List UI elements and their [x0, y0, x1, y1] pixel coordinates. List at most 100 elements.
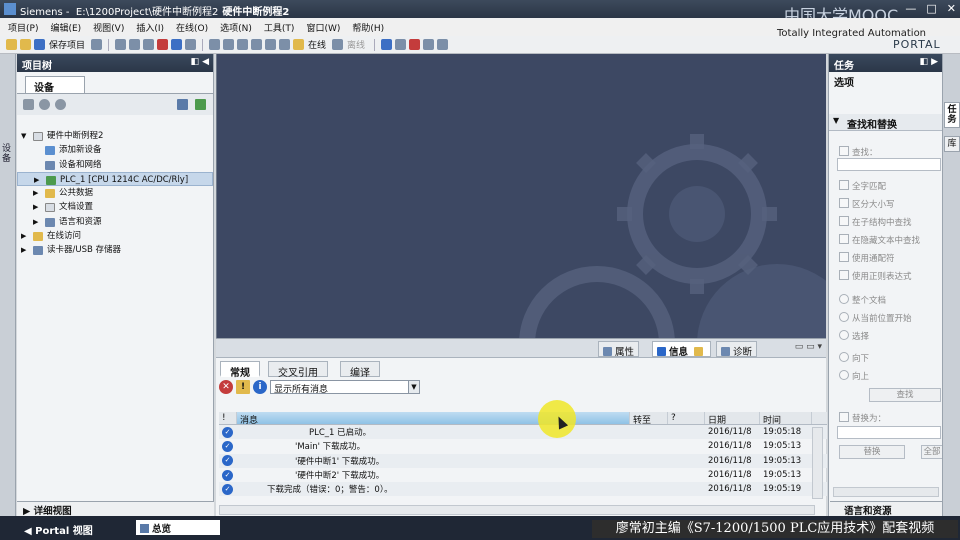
- selection-radio[interactable]: 选择: [839, 330, 869, 342]
- error-filter-icon[interactable]: ✕: [219, 380, 233, 394]
- chevron-down-icon[interactable]: ▼: [408, 381, 419, 393]
- tree-item-online-access[interactable]: ▶ 在线访问: [17, 229, 213, 243]
- portal-view-button[interactable]: ◀ Portal 视图: [24, 522, 93, 537]
- go-online-icon[interactable]: [293, 39, 305, 50]
- menu-insert[interactable]: 插入(I): [136, 21, 164, 34]
- undo-icon[interactable]: [171, 39, 183, 50]
- menu-project[interactable]: 项目(P): [8, 21, 38, 34]
- menu-edit[interactable]: 编辑(E): [50, 21, 81, 34]
- tree-item-plc[interactable]: ▶ PLC_1 [CPU 1214C AC/DC/Rly]: [17, 171, 213, 187]
- menu-help[interactable]: 帮助(H): [352, 21, 384, 34]
- devices-vertical-label[interactable]: 设备: [2, 144, 14, 164]
- message-filter-select[interactable]: 显示所有消息 ▼: [270, 380, 420, 395]
- message-row[interactable]: ✓ '硬件中断1' 下载成功。 2016/11/8 19:05:13: [219, 453, 827, 468]
- expand-icon[interactable]: ▶: [33, 215, 38, 229]
- maximize-button[interactable]: □: [926, 2, 936, 15]
- hidden-text-checkbox[interactable]: 在隐藏文本中查找: [839, 234, 920, 246]
- expand-icon[interactable]: ▶: [33, 200, 38, 214]
- start-cpu-icon[interactable]: [265, 39, 277, 50]
- tab-info[interactable]: 信息: [652, 341, 712, 358]
- col-icon[interactable]: !: [219, 412, 237, 424]
- expand-icon[interactable]: ▶: [33, 186, 38, 200]
- upload-icon[interactable]: [237, 39, 249, 50]
- cut-icon[interactable]: [115, 39, 127, 50]
- paste-icon[interactable]: [143, 39, 155, 50]
- message-row[interactable]: ✓ PLC_1 已启动。 2016/11/8 19:05:18: [219, 425, 827, 440]
- list-view-icon[interactable]: [177, 99, 188, 110]
- detail-view-header[interactable]: ▶ 详细视图: [17, 501, 214, 517]
- minimize-button[interactable]: —: [905, 2, 916, 15]
- col-date[interactable]: 日期: [705, 412, 760, 426]
- simulation-icon[interactable]: [251, 39, 263, 50]
- message-row[interactable]: ✓ '硬件中断2' 下载成功。 2016/11/8 19:05:13: [219, 468, 827, 482]
- col-goto[interactable]: 转至: [630, 412, 668, 426]
- tree-item-card-reader[interactable]: ▶ 读卡器/USB 存储器: [17, 243, 213, 257]
- go-offline-button[interactable]: 离线: [347, 38, 365, 51]
- split-horizontal-icon[interactable]: [423, 39, 435, 50]
- inspector-window-controls[interactable]: ▭ ▭ ▾: [795, 342, 822, 352]
- message-horizontal-scrollbar[interactable]: [219, 505, 815, 515]
- language-resources-header[interactable]: 语言和资源: [830, 501, 942, 517]
- tab-libraries[interactable]: 库: [944, 136, 960, 152]
- message-vertical-scrollbar[interactable]: [812, 427, 823, 499]
- overview-tab[interactable]: 总览: [136, 520, 220, 535]
- info-filter-icon[interactable]: i: [253, 380, 267, 394]
- wildcards-checkbox[interactable]: 使用通配符: [839, 252, 895, 264]
- warning-filter-icon[interactable]: !: [236, 380, 250, 394]
- redo-icon[interactable]: [185, 39, 197, 50]
- expand-icon[interactable]: ▼: [21, 129, 26, 143]
- menu-view[interactable]: 视图(V): [93, 21, 124, 34]
- task-panel-scrollbar[interactable]: [833, 487, 939, 497]
- tree-item-project[interactable]: ▼ 硬件中断例程2: [17, 129, 213, 143]
- replace-all-button[interactable]: 全部: [921, 445, 943, 459]
- tree-item-devices-networks[interactable]: 设备和网络: [17, 158, 213, 172]
- tab-tasks[interactable]: 任务: [944, 102, 960, 128]
- back-icon[interactable]: [39, 99, 50, 110]
- message-row[interactable]: ✓ 'Main' 下载成功。 2016/11/8 19:05:13: [219, 439, 827, 453]
- message-row[interactable]: ✓ 下载完成（错误：0；警告：0）。 2016/11/8 19:05:19: [219, 482, 827, 497]
- regex-checkbox[interactable]: 使用正则表达式: [839, 270, 912, 282]
- tab-devices[interactable]: 设备: [25, 76, 85, 94]
- find-replace-section[interactable]: ▼ 查找和替换: [829, 114, 942, 131]
- go-online-button[interactable]: 在线: [308, 38, 326, 51]
- whole-document-radio[interactable]: 整个文档: [839, 294, 886, 306]
- tree-item-languages[interactable]: ▶ 语言和资源: [17, 215, 213, 229]
- tree-item-add-device[interactable]: 添加新设备: [17, 143, 213, 157]
- stop-cpu-icon[interactable]: [279, 39, 291, 50]
- cross-reference-icon[interactable]: [395, 39, 407, 50]
- compile-icon[interactable]: [209, 39, 221, 50]
- down-radio[interactable]: 向下: [839, 352, 869, 364]
- print-icon[interactable]: [91, 39, 103, 50]
- subtab-cross-references[interactable]: 交叉引用: [268, 361, 328, 379]
- find-input[interactable]: [837, 158, 941, 171]
- panel-collapse-icon[interactable]: ◧ ▶: [919, 57, 938, 67]
- tab-diagnostics[interactable]: 诊断: [716, 341, 758, 358]
- expand-icon[interactable]: ▶: [34, 173, 39, 187]
- find-button[interactable]: 查找: [869, 388, 941, 402]
- menu-online[interactable]: 在线(O): [176, 21, 208, 34]
- col-help[interactable]: ?: [668, 412, 705, 424]
- expand-icon[interactable]: ▶: [21, 229, 26, 243]
- panel-collapse-icon[interactable]: ◧ ◀: [190, 57, 209, 67]
- col-time[interactable]: 时间: [760, 412, 812, 426]
- add-view-icon[interactable]: [195, 99, 206, 110]
- whole-word-checkbox[interactable]: 全字匹配: [839, 180, 886, 192]
- tab-properties[interactable]: 属性: [598, 341, 640, 358]
- close-button[interactable]: ✕: [947, 2, 956, 15]
- menu-tools[interactable]: 工具(T): [264, 21, 295, 34]
- forward-icon[interactable]: [55, 99, 66, 110]
- tree-item-common-data[interactable]: ▶ 公共数据: [17, 186, 213, 200]
- replace-input[interactable]: [837, 426, 941, 439]
- menu-window[interactable]: 窗口(W): [306, 21, 340, 34]
- accessible-devices-icon[interactable]: [381, 39, 393, 50]
- go-offline-icon[interactable]: [332, 39, 344, 50]
- substructure-checkbox[interactable]: 在子结构中查找: [839, 216, 912, 228]
- tree-item-doc-settings[interactable]: ▶ 文档设置: [17, 200, 213, 214]
- open-project-icon[interactable]: [20, 39, 31, 50]
- save-icon[interactable]: [34, 39, 45, 50]
- replace-button[interactable]: 替换: [839, 445, 905, 459]
- subtab-general[interactable]: 常规: [220, 361, 260, 379]
- copy-icon[interactable]: [129, 39, 141, 50]
- split-vertical-icon[interactable]: [437, 39, 449, 50]
- delete-icon[interactable]: [157, 39, 169, 50]
